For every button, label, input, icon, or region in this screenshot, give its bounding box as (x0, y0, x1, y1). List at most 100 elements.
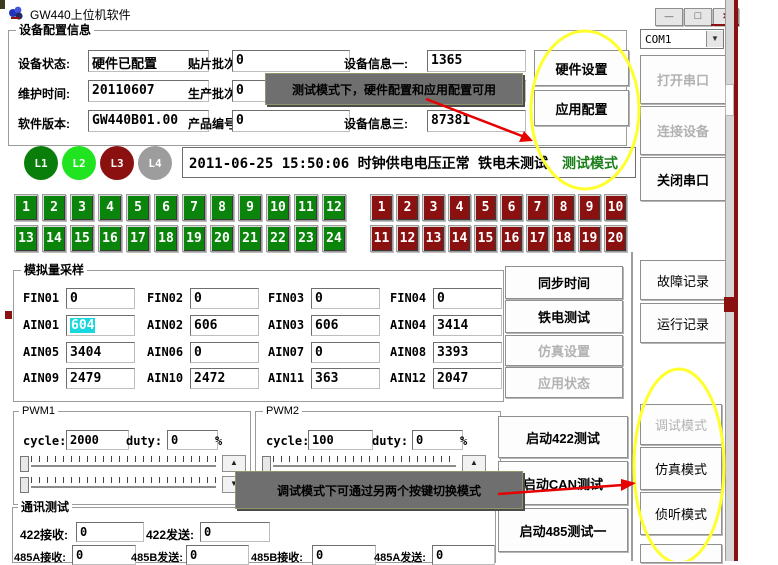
pwm2-duty-field[interactable]: 0 (412, 430, 463, 450)
red-channel-button[interactable]: 5 (474, 194, 497, 221)
red-channel-button[interactable]: 15 (474, 225, 497, 252)
chevron-down-icon[interactable] (706, 31, 723, 47)
red-channel-button[interactable]: 13 (422, 225, 445, 252)
green-channel-button[interactable]: 13 (14, 225, 38, 252)
ain09-field[interactable]: 2479 (66, 368, 135, 389)
ain11-field[interactable]: 363 (311, 368, 380, 389)
green-channel-button[interactable]: 12 (322, 194, 346, 221)
green-channel-button[interactable]: 19 (182, 225, 206, 252)
tx485b-field[interactable]: 0 (186, 545, 249, 565)
red-channel-button[interactable]: 10 (604, 194, 627, 221)
red-channel-button[interactable]: 2 (396, 194, 419, 221)
hardware-setup-button[interactable]: 硬件设置 (534, 50, 629, 86)
red-channel-button[interactable]: 3 (422, 194, 445, 221)
green-channel-button[interactable]: 8 (210, 194, 234, 221)
red-channel-button[interactable]: 12 (396, 225, 419, 252)
slider-thumb[interactable] (262, 456, 271, 472)
device-info1-field[interactable]: 1365 (427, 50, 526, 72)
slider-thumb[interactable] (20, 477, 29, 493)
ain03-field[interactable]: 606 (311, 315, 380, 336)
tx485a-field[interactable]: 0 (432, 545, 495, 565)
pwm1-up-icon[interactable] (222, 455, 246, 472)
pwm2-cycle-slider[interactable] (262, 456, 456, 472)
pwm1-cycle-field[interactable]: 2000 (66, 430, 129, 450)
green-channel-button[interactable]: 14 (42, 225, 66, 252)
green-channel-button[interactable]: 20 (210, 225, 234, 252)
ain02-field[interactable]: 606 (190, 315, 259, 336)
minimize-icon[interactable] (655, 8, 683, 26)
pwm1-duty-slider[interactable] (20, 477, 216, 493)
com-port-select[interactable]: COM1 (640, 29, 724, 49)
start-422-test-button[interactable]: 启动422测试 (498, 416, 628, 458)
green-channel-button[interactable]: 5 (126, 194, 150, 221)
fin01-field[interactable]: 0 (66, 288, 135, 309)
green-channel-button[interactable]: 2 (42, 194, 66, 221)
patch-batch-field[interactable]: 0 (232, 50, 350, 72)
open-serial-button[interactable]: 打开串口 (640, 55, 726, 104)
ain07-field[interactable]: 0 (311, 342, 380, 363)
green-channel-button[interactable]: 24 (322, 225, 346, 252)
slider-thumb[interactable] (20, 456, 29, 472)
green-channel-button[interactable]: 9 (238, 194, 262, 221)
fault-log-button[interactable]: 故障记录 (640, 260, 726, 300)
listen-mode-button[interactable]: 侦听模式 (640, 492, 722, 535)
maximize-icon[interactable] (684, 8, 712, 26)
red-channel-button[interactable]: 19 (578, 225, 601, 252)
green-channel-button[interactable]: 1 (14, 194, 38, 221)
ain06-field[interactable]: 0 (190, 342, 259, 363)
red-channel-button[interactable]: 7 (526, 194, 549, 221)
pwm1-duty-field[interactable]: 0 (167, 430, 218, 450)
product-no-field[interactable]: 0 (232, 110, 350, 132)
red-channel-button[interactable]: 16 (500, 225, 523, 252)
red-channel-button[interactable]: 17 (526, 225, 549, 252)
start-485-test-button[interactable]: 启动485测试一 (498, 508, 628, 552)
tx422-field[interactable]: 0 (200, 522, 270, 542)
ain12-field[interactable]: 2047 (433, 368, 502, 389)
ain05-field[interactable]: 3404 (66, 342, 135, 363)
green-channel-button[interactable]: 23 (294, 225, 318, 252)
green-channel-button[interactable]: 21 (238, 225, 262, 252)
green-channel-button[interactable]: 18 (154, 225, 178, 252)
pwm1-cycle-slider[interactable] (20, 456, 216, 472)
green-channel-button[interactable]: 22 (266, 225, 290, 252)
mode-button-partial[interactable] (640, 544, 722, 563)
green-channel-button[interactable]: 10 (266, 194, 290, 221)
red-channel-button[interactable]: 20 (604, 225, 627, 252)
rx485b-field[interactable]: 0 (312, 545, 376, 565)
app-config-button[interactable]: 应用配置 (534, 90, 629, 126)
ain08-field[interactable]: 3393 (433, 342, 502, 363)
red-channel-button[interactable]: 4 (448, 194, 471, 221)
ain04-field[interactable]: 3414 (433, 315, 502, 336)
device-info3-field[interactable]: 87381 (427, 110, 526, 132)
pwm2-up-icon[interactable] (462, 455, 486, 472)
green-channel-button[interactable]: 15 (70, 225, 94, 252)
sim-setup-button[interactable]: 仿真设置 (505, 335, 623, 366)
rx485a-field[interactable]: 0 (72, 545, 136, 565)
sim-mode-button[interactable]: 仿真模式 (640, 447, 722, 490)
green-channel-button[interactable]: 7 (182, 194, 206, 221)
debug-mode-button[interactable]: 调试模式 (640, 404, 722, 445)
red-channel-button[interactable]: 14 (448, 225, 471, 252)
red-channel-button[interactable]: 18 (552, 225, 575, 252)
red-channel-button[interactable]: 6 (500, 194, 523, 221)
red-channel-button[interactable]: 8 (552, 194, 575, 221)
ain10-field[interactable]: 2472 (190, 368, 259, 389)
ferro-test-button[interactable]: 铁电测试 (505, 300, 623, 333)
fin03-field[interactable]: 0 (311, 288, 380, 309)
app-status-button[interactable]: 应用状态 (505, 367, 623, 398)
green-channel-button[interactable]: 11 (294, 194, 318, 221)
run-log-button[interactable]: 运行记录 (640, 303, 726, 343)
red-channel-button[interactable]: 1 (370, 194, 393, 221)
pwm2-cycle-field[interactable]: 100 (308, 430, 373, 450)
scrollbar-thumb[interactable] (725, 84, 734, 116)
green-channel-button[interactable]: 16 (98, 225, 122, 252)
red-channel-button[interactable]: 11 (370, 225, 393, 252)
sync-time-button[interactable]: 同步时间 (505, 266, 623, 299)
fin04-field[interactable]: 0 (433, 288, 502, 309)
close-serial-button[interactable]: 关闭串口 (640, 157, 726, 201)
connect-device-button[interactable]: 连接设备 (640, 106, 726, 155)
red-channel-button[interactable]: 9 (578, 194, 601, 221)
green-channel-button[interactable]: 3 (70, 194, 94, 221)
fin02-field[interactable]: 0 (190, 288, 259, 309)
rx422-field[interactable]: 0 (76, 522, 144, 542)
